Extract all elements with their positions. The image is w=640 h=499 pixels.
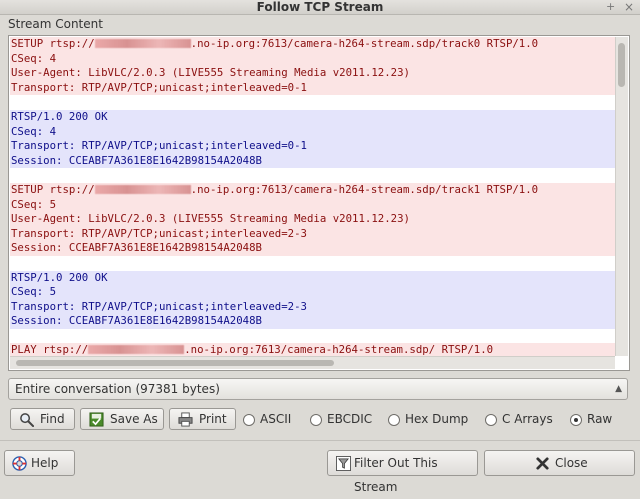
stream-line-text: User-Agent: LibVLC/2.0.3 (LIVE555 Stream… <box>11 212 410 226</box>
stream-line-text: RTSP/1.0 200 OK <box>11 270 108 284</box>
horizontal-scrollbar[interactable] <box>10 356 615 369</box>
radio-indicator[interactable] <box>570 414 582 426</box>
stream-line-text: CSeq: 5 <box>11 197 57 211</box>
radio-label: C Arrays <box>502 412 553 426</box>
magnifier-icon <box>20 413 34 427</box>
stream-content-text[interactable]: SETUP rtsp:// .no-ip.org:7613/camera-h264… <box>10 37 615 356</box>
stream-line: Session: CCEABF7A361E8E1642B98154A2048B <box>10 153 615 169</box>
radio-label: Raw <box>587 412 613 426</box>
stream-line-text: Transport: RTP/AVP/TCP;unicast;interleav… <box>11 299 307 313</box>
stream-line-text: CSeq: 4 <box>11 124 57 138</box>
help-lifebuoy-icon <box>12 456 27 471</box>
print-button-label: Print <box>199 412 227 426</box>
stream-line: Transport: RTP/AVP/TCP;unicast;interleav… <box>10 226 615 242</box>
vertical-scrollbar-thumb[interactable] <box>618 43 625 87</box>
close-button[interactable]: Close <box>484 450 635 476</box>
radio-label: EBCDIC <box>327 412 373 426</box>
stream-line: Session: CCEABF7A361E8E1642B98154A2048B <box>10 314 615 329</box>
help-button-label: Help <box>31 456 59 470</box>
find-button-label: Find <box>40 412 65 426</box>
stream-line-text: Session: CCEABF7A361E8E1642B98154A2048B <box>11 241 262 255</box>
stream-line-text: CSeq: 4 <box>11 51 57 65</box>
stream-line: Transport: RTP/AVP/TCP;unicast;interleav… <box>10 80 615 96</box>
stream-line: CSeq: 5 <box>10 285 615 300</box>
stream-line-text: SETUP rtsp:// <box>11 37 95 50</box>
updown-arrows-icon: ▲ <box>615 384 622 394</box>
stream-line-text: PLAY rtsp:// <box>11 343 89 356</box>
stream-line-text: Transport: RTP/AVP/TCP;unicast;interleav… <box>11 139 307 153</box>
stream-line: CSeq: 4 <box>10 51 615 67</box>
conversation-select[interactable]: Entire conversation (97381 bytes) ▲ <box>8 378 628 400</box>
stream-line: User-Agent: LibVLC/2.0.3 (LIVE555 Stream… <box>10 66 615 81</box>
close-button-label: Close <box>555 456 588 470</box>
close-x-icon <box>536 457 549 470</box>
stream-line-text: Session: CCEABF7A361E8E1642B98154A2048B <box>11 314 262 328</box>
find-button[interactable]: Find <box>10 408 75 430</box>
stream-line: CSeq: 4 <box>10 124 615 140</box>
window-close-icon[interactable]: × <box>624 0 634 14</box>
stream-line: Session: CCEABF7A361E8E1642B98154A2048B <box>10 241 615 256</box>
window-title: Follow TCP Stream <box>256 0 384 14</box>
radio-label: Hex Dump <box>405 412 469 426</box>
stream-line-text: .no-ip.org:7613/camera-h264-stream.sdp/t… <box>190 37 539 50</box>
redacted-hostname <box>94 184 191 194</box>
horizontal-scrollbar-thumb[interactable] <box>16 360 334 366</box>
stream-line-text: SETUP rtsp:// <box>11 182 95 196</box>
redacted-hostname <box>88 345 185 355</box>
stream-line-text: CSeq: 5 <box>11 285 57 299</box>
stream-content-frame: SETUP rtsp:// .no-ip.org:7613/camera-h264… <box>8 35 630 371</box>
stream-line: User-Agent: LibVLC/2.0.3 (LIVE555 Stream… <box>10 212 615 227</box>
printer-icon <box>178 412 193 427</box>
pin-icon[interactable]: + <box>606 0 615 14</box>
stream-line-text: User-Agent: LibVLC/2.0.3 (LIVE555 Stream… <box>11 66 410 80</box>
help-button[interactable]: Help <box>4 450 75 476</box>
stream-line-text: .no-ip.org:7613/camera-h264-stream.sdp/ … <box>184 343 494 356</box>
stream-content-label: Stream Content <box>8 17 103 31</box>
window-titlebar[interactable]: Follow TCP Stream + × <box>0 0 640 15</box>
stream-line: Transport: RTP/AVP/TCP;unicast;interleav… <box>10 299 615 315</box>
radio-indicator[interactable] <box>243 414 255 426</box>
stream-line: RTSP/1.0 200 OK <box>10 109 615 125</box>
stream-line <box>10 168 615 183</box>
filter-out-stream-button[interactable]: Filter Out This Stream <box>327 450 478 494</box>
save-icon <box>89 412 104 427</box>
stream-line: SETUP rtsp:// .no-ip.org:7613/camera-h264… <box>10 37 615 52</box>
stream-line <box>10 255 615 271</box>
stream-line <box>10 95 615 110</box>
stream-line-text: Transport: RTP/AVP/TCP;unicast;interleav… <box>11 226 307 240</box>
stream-line <box>10 328 615 344</box>
stream-line: PLAY rtsp:// .no-ip.org:7613/camera-h264-… <box>10 343 615 356</box>
stream-line: Transport: RTP/AVP/TCP;unicast;interleav… <box>10 139 615 154</box>
vertical-scrollbar[interactable] <box>615 37 628 356</box>
stream-line-text: .no-ip.org:7613/camera-h264-stream.sdp/t… <box>190 182 539 196</box>
radio-indicator[interactable] <box>310 414 322 426</box>
stream-line: SETUP rtsp:// .no-ip.org:7613/camera-h264… <box>10 182 615 198</box>
print-button[interactable]: Print <box>169 408 236 430</box>
stream-line-text: Transport: RTP/AVP/TCP;unicast;interleav… <box>11 80 307 94</box>
radio-label: ASCII <box>260 412 292 426</box>
conversation-select-value: Entire conversation (97381 bytes) <box>15 382 220 396</box>
footer-separator <box>0 440 640 441</box>
radio-indicator[interactable] <box>388 414 400 426</box>
save-as-button-label: Save As <box>110 412 158 426</box>
redacted-hostname <box>94 39 191 48</box>
stream-line: CSeq: 5 <box>10 197 615 213</box>
filter-icon <box>336 456 351 471</box>
stream-line-text: Session: CCEABF7A361E8E1642B98154A2048B <box>11 153 262 167</box>
radio-indicator[interactable] <box>485 414 497 426</box>
filter-out-stream-label: Filter Out This Stream <box>354 456 438 494</box>
stream-line-text: RTSP/1.0 200 OK <box>11 109 108 123</box>
stream-line: RTSP/1.0 200 OK <box>10 270 615 286</box>
save-as-button[interactable]: Save As <box>80 408 164 430</box>
